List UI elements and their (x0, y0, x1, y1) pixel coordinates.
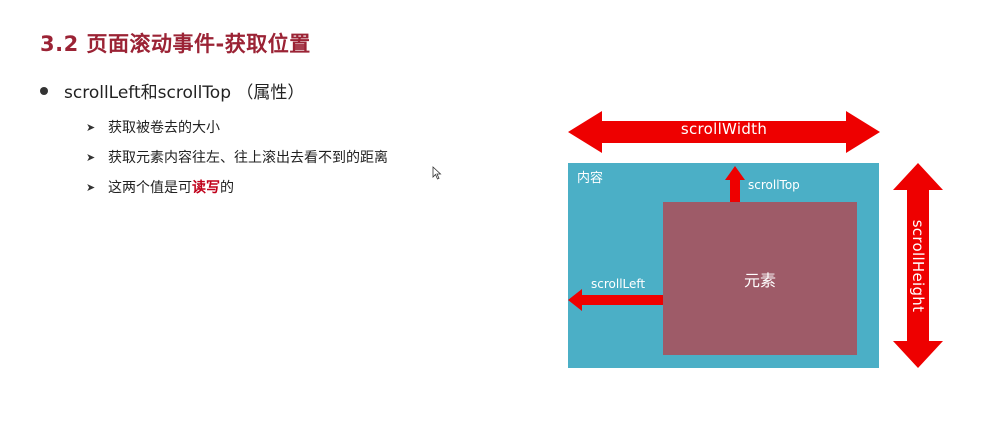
highlight-text: 读写 (192, 180, 220, 196)
main-bullet-text: scrollLeft和scrollTop （属性） (64, 83, 305, 103)
sub-bullet-text: 获取元素内容往左、往上滚出去看不到的距离 (108, 150, 388, 166)
sub-bullet-text-suffix: 的 (220, 180, 234, 196)
sub-bullet-text: 获取被卷去的大小 (108, 120, 220, 136)
arrow-bullet-icon: ➤ (86, 180, 96, 194)
sub-bullet-text-prefix: 这两个值是可 (108, 180, 192, 196)
element-box: 元素 (663, 202, 857, 355)
bullet-dot-icon (40, 86, 48, 95)
mouse-cursor-icon (432, 166, 442, 180)
scroll-width-label: scrollWidth (680, 120, 768, 138)
main-bullet: scrollLeft和scrollTop （属性） (40, 78, 304, 103)
slide-title: 3.2 页面滚动事件-获取位置 (40, 32, 311, 56)
sub-bullet-item: ➤ 获取被卷去的大小 (86, 112, 388, 142)
scroll-height-label: scrollHeight (909, 219, 927, 313)
sub-bullet-item: ➤ 这两个值是可 读写的 (86, 172, 388, 202)
content-label: 内容 (577, 171, 604, 186)
sub-bullet-list: ➤ 获取被卷去的大小 ➤ 获取元素内容往左、往上滚出去看不到的距离 ➤ 这两个值… (86, 112, 388, 202)
scroll-top-label: scrollTop (748, 178, 800, 192)
scroll-left-label: scrollLeft (591, 277, 646, 291)
element-label: 元素 (743, 270, 776, 290)
arrow-bullet-icon: ➤ (86, 150, 96, 164)
arrow-bullet-icon: ➤ (86, 120, 96, 134)
sub-bullet-item: ➤ 获取元素内容往左、往上滚出去看不到的距离 (86, 142, 388, 172)
